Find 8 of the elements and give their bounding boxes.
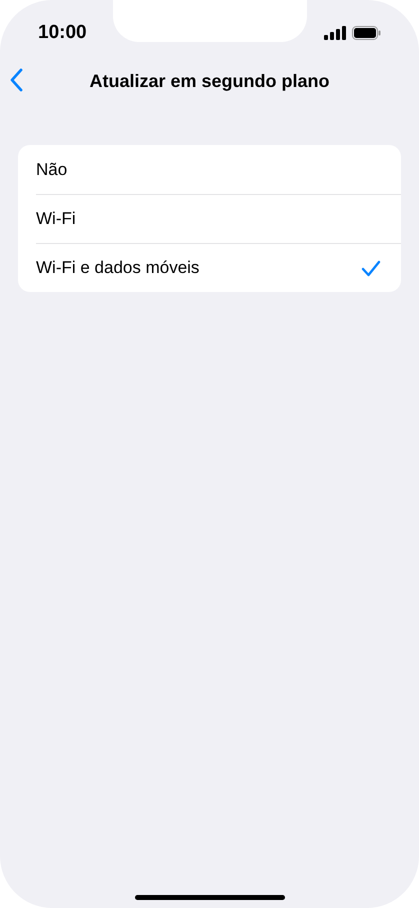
status-time: 10:00 [38,20,87,45]
option-label: Wi-Fi e dados móveis [36,257,200,280]
option-label: Não [36,158,68,181]
option-label: Wi-Fi [36,208,77,230]
option-row[interactable]: Wi-Fi [36,194,401,243]
option-row[interactable]: Wi-Fi e dados móveis [36,243,401,292]
option-row[interactable]: Não [36,145,401,194]
page-title: Atualizar em segundo plano [89,70,330,93]
